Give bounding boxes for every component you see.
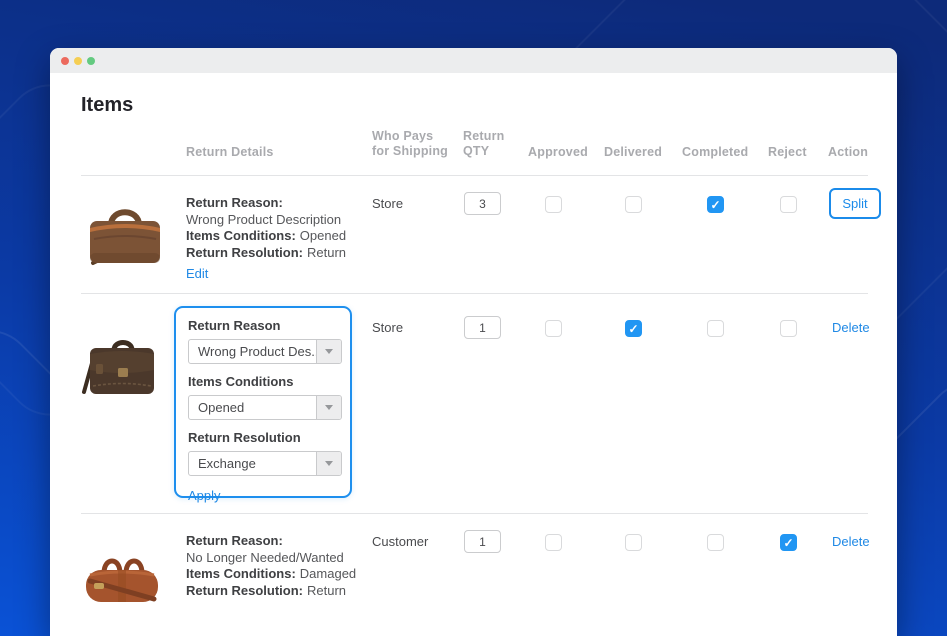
column-header-delivered: Delivered: [604, 145, 663, 159]
completed-checkbox[interactable]: [707, 534, 724, 551]
product-image-duffel-bag: [82, 533, 162, 603]
return-details: Return Reason: Wrong Product Description…: [186, 195, 376, 283]
items-conditions-select[interactable]: Opened: [188, 395, 342, 420]
shipping-payer-value: Store: [372, 196, 404, 211]
reject-checkbox[interactable]: [780, 534, 797, 551]
completed-checkbox[interactable]: [707, 320, 724, 337]
return-reason-select[interactable]: Wrong Product Des...: [188, 339, 342, 364]
column-header-return-details: Return Details: [186, 145, 274, 159]
items-conditions-label: Items Conditions: [188, 374, 294, 389]
return-resolution-label: Return Resolution:: [186, 582, 303, 598]
column-header-approved: Approved: [528, 145, 588, 159]
table-row: Return Reason Wrong Product Des... Items…: [50, 293, 897, 513]
return-reason-value: Wrong Product Description: [186, 211, 342, 227]
edit-panel: Return Reason Wrong Product Des... Items…: [174, 306, 352, 503]
column-header-return-qty: Return QTY: [463, 129, 505, 158]
product-image-dark-briefcase: [80, 326, 164, 396]
return-resolution-label: Return Resolution: [188, 430, 301, 445]
app-window: Items Return Details Who Pays for Shippi…: [50, 48, 897, 636]
reject-checkbox[interactable]: [780, 320, 797, 337]
table-row: Return Reason: Wrong Product Description…: [50, 175, 897, 293]
window-titlebar: [50, 48, 897, 73]
column-header-action: Action: [828, 145, 869, 159]
minimize-window-icon[interactable]: [74, 56, 82, 65]
zoom-window-icon[interactable]: [87, 56, 95, 65]
column-header-completed: Completed: [682, 145, 749, 159]
return-reason-label: Return Reason:: [186, 195, 283, 210]
page-background: Items Return Details Who Pays for Shippi…: [0, 0, 947, 636]
return-resolution-value: Return: [307, 244, 347, 260]
completed-checkbox[interactable]: [707, 196, 724, 213]
return-resolution-select[interactable]: Exchange: [188, 451, 342, 476]
column-header-reject: Reject: [768, 145, 807, 159]
return-qty-input[interactable]: [464, 530, 501, 553]
delete-link[interactable]: Delete: [832, 534, 870, 549]
return-resolution-label: Return Resolution:: [186, 244, 303, 260]
column-header-who-pays-for-shipping: Who Pays for Shipping: [372, 129, 448, 158]
items-conditions-label: Items Conditions:: [186, 228, 296, 243]
items-conditions-value: Opened: [299, 228, 347, 243]
reject-checkbox[interactable]: [780, 196, 797, 213]
return-qty-input[interactable]: [464, 192, 501, 215]
items-conditions-value: Damaged: [299, 566, 357, 581]
return-reason-label: Return Reason: [188, 318, 281, 333]
apply-link[interactable]: Apply: [188, 488, 221, 503]
approved-checkbox[interactable]: [545, 534, 562, 551]
approved-checkbox[interactable]: [545, 320, 562, 337]
delivered-checkbox[interactable]: [625, 320, 642, 337]
chevron-down-icon: [316, 452, 341, 475]
return-qty-input[interactable]: [464, 316, 501, 339]
shipping-payer-value: Customer: [372, 534, 429, 549]
return-reason-label: Return Reason:: [186, 533, 283, 548]
chevron-down-icon: [316, 396, 341, 419]
close-window-icon[interactable]: [61, 56, 69, 65]
split-button[interactable]: Split: [829, 188, 881, 219]
return-resolution-value: Return: [307, 582, 347, 598]
items-conditions-label: Items Conditions:: [186, 566, 296, 581]
delivered-checkbox[interactable]: [625, 196, 642, 213]
edit-link[interactable]: Edit: [186, 266, 208, 283]
return-reason-value: No Longer Needed/Wanted: [186, 549, 344, 565]
delivered-checkbox[interactable]: [625, 534, 642, 551]
chevron-down-icon: [316, 340, 341, 363]
page-title: Items: [81, 94, 134, 116]
approved-checkbox[interactable]: [545, 196, 562, 213]
product-image-briefcase: [85, 191, 165, 267]
delete-link[interactable]: Delete: [832, 320, 870, 335]
table-row: Return Reason: No Longer Needed/Wanted I…: [50, 513, 897, 636]
return-details: Return Reason: No Longer Needed/Wanted I…: [186, 533, 386, 599]
shipping-payer-value: Store: [372, 320, 404, 335]
